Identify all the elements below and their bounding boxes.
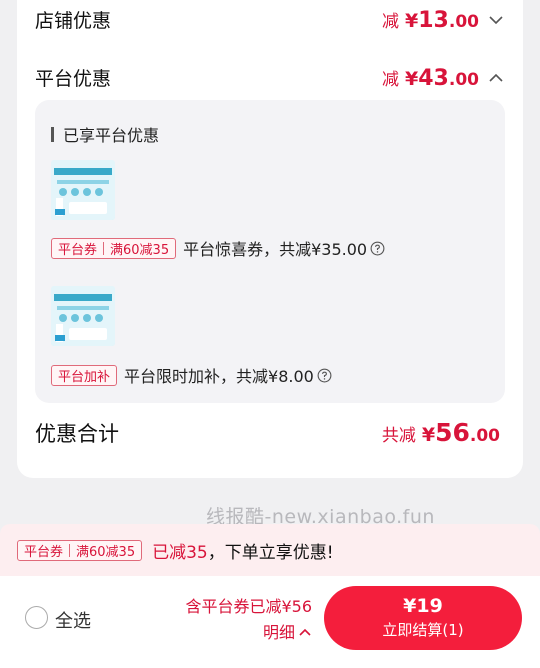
question-icon[interactable] <box>317 368 332 383</box>
subsidy-tag: 平台加补 <box>51 364 118 386</box>
chevron-up-icon <box>299 628 311 636</box>
select-all-label[interactable]: 全选 <box>55 607 91 633</box>
store-discount-amount: 减 ¥ 13 .00 <box>382 7 505 33</box>
checkout-label: 立即结算(1) <box>382 621 464 639</box>
discount-total-row: 优惠合计 共减 ¥ 56 .00 <box>35 418 500 448</box>
checkout-bar: 全选 含平台券已减¥56 明细 ¥19 立即结算(1) <box>0 576 540 668</box>
checkout-button[interactable]: ¥19 立即结算(1) <box>324 586 522 650</box>
coupon-banner: 平台券 满60减35 已减35，下单立享优惠! <box>0 524 540 576</box>
total-amount: 共减 ¥ 56 .00 <box>381 418 500 447</box>
promo-item-2: 平台加补 平台限时加补，共减¥8.00 <box>51 363 332 387</box>
store-discount-label: 店铺优惠 <box>35 10 112 32</box>
promo-text: 平台限时加补，共减¥8.00 <box>124 367 314 386</box>
promo-item-1: 平台券 满60减35 平台惊喜券，共减¥35.00 <box>51 236 385 260</box>
coupon-tag: 平台券 满60减35 <box>51 237 177 259</box>
chevron-down-icon[interactable] <box>487 11 505 29</box>
platform-discount-panel: 已享平台优惠 平台券 满60减35 平台惊喜券，共减¥35.00 平台加补 平台… <box>35 100 505 403</box>
platform-discount-amount: 减 ¥ 43 .00 <box>382 65 505 91</box>
coupon-message: 已减35，下单立享优惠! <box>152 542 334 563</box>
total-label: 优惠合计 <box>35 422 119 446</box>
detail-toggle[interactable]: 明细 <box>263 620 312 646</box>
product-thumbnail <box>51 160 115 220</box>
chevron-up-icon[interactable] <box>487 69 505 87</box>
title-bar <box>51 126 54 142</box>
store-discount-row[interactable]: 店铺优惠 减 ¥ 13 .00 <box>35 6 505 33</box>
panel-title: 已享平台优惠 <box>51 122 159 146</box>
question-icon[interactable] <box>370 241 385 256</box>
promo-text: 平台惊喜券，共减¥35.00 <box>183 240 368 259</box>
platform-discount-row[interactable]: 平台优惠 减 ¥ 43 .00 <box>35 64 505 91</box>
coupon-tag: 平台券 满60减35 <box>17 539 143 561</box>
platform-discount-label: 平台优惠 <box>35 68 112 90</box>
summary-line: 含平台券已减¥56 <box>185 597 312 616</box>
checkout-price: ¥19 <box>403 595 443 617</box>
product-thumbnail <box>51 286 115 346</box>
select-all-radio[interactable] <box>25 606 48 629</box>
price-summary: 含平台券已减¥56 明细 <box>185 594 312 646</box>
